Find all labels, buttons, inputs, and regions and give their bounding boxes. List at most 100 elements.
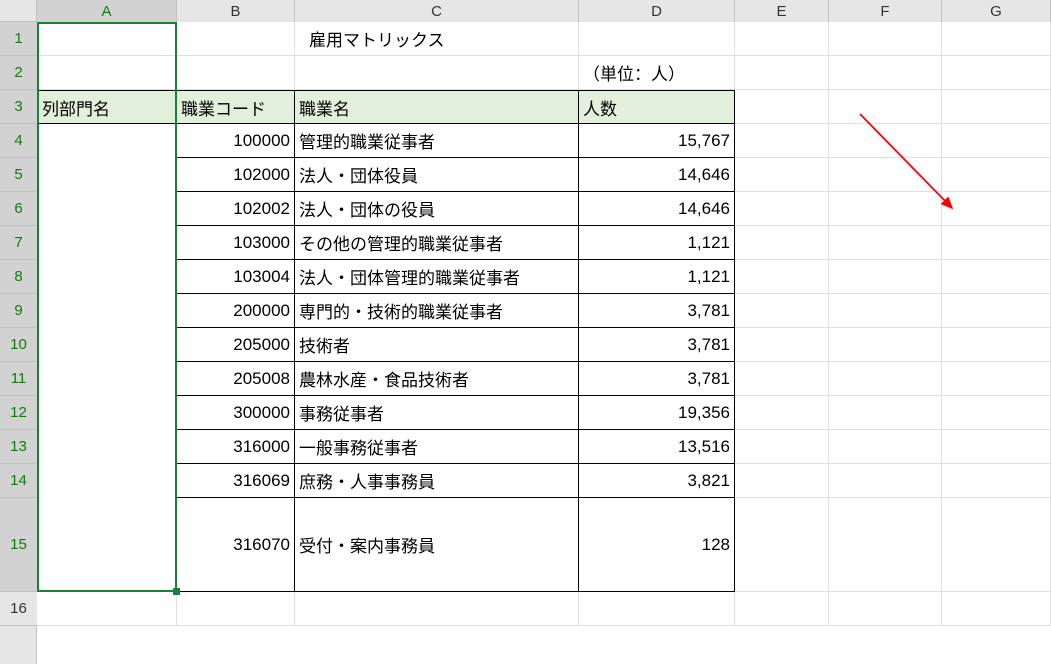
cell-E13[interactable] xyxy=(735,430,829,464)
cell-E16[interactable] xyxy=(735,592,829,626)
cell-E14[interactable] xyxy=(735,464,829,498)
cell-G6[interactable] xyxy=(942,192,1051,226)
row-head-2[interactable]: 2 xyxy=(0,56,37,90)
row-head-10[interactable]: 10 xyxy=(0,328,37,362)
table-cell-dept[interactable] xyxy=(37,226,177,260)
table-cell-name[interactable]: 受付・案内事務員 xyxy=(295,498,579,592)
row-head-9[interactable]: 9 xyxy=(0,294,37,328)
table-header-dept[interactable]: 列部門名 xyxy=(37,90,177,124)
row-head-12[interactable]: 12 xyxy=(0,396,37,430)
table-cell-dept[interactable] xyxy=(37,430,177,464)
table-cell-name[interactable]: その他の管理的職業従事者 xyxy=(295,226,579,260)
cell-E2[interactable] xyxy=(735,56,829,90)
cell-F11[interactable] xyxy=(829,362,942,396)
cell-F8[interactable] xyxy=(829,260,942,294)
cell-G13[interactable] xyxy=(942,430,1051,464)
cell-E8[interactable] xyxy=(735,260,829,294)
cell-E12[interactable] xyxy=(735,396,829,430)
cell-G10[interactable] xyxy=(942,328,1051,362)
grid-area[interactable]: 雇用マトリックス（単位：人）列部門名職業コード職業名人数100000管理的職業従… xyxy=(37,22,1051,664)
table-cell-name[interactable]: 法人・団体役員 xyxy=(295,158,579,192)
table-cell-count[interactable]: 3,821 xyxy=(579,464,735,498)
table-cell-code[interactable]: 103004 xyxy=(177,260,295,294)
cell-A1[interactable] xyxy=(37,22,177,56)
row-head-14[interactable]: 14 xyxy=(0,464,37,498)
col-head-C[interactable]: C xyxy=(295,0,579,22)
cell-E10[interactable] xyxy=(735,328,829,362)
table-cell-code[interactable]: 300000 xyxy=(177,396,295,430)
table-cell-count[interactable]: 19,356 xyxy=(579,396,735,430)
table-cell-count[interactable]: 1,121 xyxy=(579,260,735,294)
row-head-16[interactable]: 16 xyxy=(0,592,37,626)
table-cell-code[interactable]: 102002 xyxy=(177,192,295,226)
cell-G9[interactable] xyxy=(942,294,1051,328)
table-cell-code[interactable]: 316000 xyxy=(177,430,295,464)
col-head-A[interactable]: A xyxy=(37,0,177,22)
cell-F16[interactable] xyxy=(829,592,942,626)
table-cell-dept[interactable] xyxy=(37,328,177,362)
cell-G3[interactable] xyxy=(942,90,1051,124)
table-cell-count[interactable]: 13,516 xyxy=(579,430,735,464)
col-head-F[interactable]: F xyxy=(829,0,942,22)
table-cell-dept[interactable] xyxy=(37,192,177,226)
row-head-4[interactable]: 4 xyxy=(0,124,37,158)
cell-F15[interactable] xyxy=(829,498,942,592)
cell-F1[interactable] xyxy=(829,22,942,56)
row-head-15[interactable]: 15 xyxy=(0,498,37,592)
cell-G8[interactable] xyxy=(942,260,1051,294)
cell-C1[interactable]: 雇用マトリックス xyxy=(295,22,579,56)
cell-G2[interactable] xyxy=(942,56,1051,90)
row-head-7[interactable]: 7 xyxy=(0,226,37,260)
cell-F10[interactable] xyxy=(829,328,942,362)
cell-F5[interactable] xyxy=(829,158,942,192)
cell-D16[interactable] xyxy=(579,592,735,626)
row-head-3[interactable]: 3 xyxy=(0,90,37,124)
cell-G16[interactable] xyxy=(942,592,1051,626)
cell-E4[interactable] xyxy=(735,124,829,158)
cell-G15[interactable] xyxy=(942,498,1051,592)
cell-E3[interactable] xyxy=(735,90,829,124)
table-cell-code[interactable]: 205008 xyxy=(177,362,295,396)
cell-A16[interactable] xyxy=(37,592,177,626)
table-header-name[interactable]: 職業名 xyxy=(295,90,579,124)
cell-A2[interactable] xyxy=(37,56,177,90)
table-cell-dept[interactable] xyxy=(37,396,177,430)
table-cell-dept[interactable] xyxy=(37,124,177,158)
cell-G11[interactable] xyxy=(942,362,1051,396)
table-header-count[interactable]: 人数 xyxy=(579,90,735,124)
table-cell-count[interactable]: 3,781 xyxy=(579,294,735,328)
table-cell-count[interactable]: 14,646 xyxy=(579,192,735,226)
cell-F6[interactable] xyxy=(829,192,942,226)
table-cell-name[interactable]: 一般事務従事者 xyxy=(295,430,579,464)
cell-G12[interactable] xyxy=(942,396,1051,430)
cell-G1[interactable] xyxy=(942,22,1051,56)
table-cell-name[interactable]: 技術者 xyxy=(295,328,579,362)
cell-E9[interactable] xyxy=(735,294,829,328)
cell-F13[interactable] xyxy=(829,430,942,464)
cell-C2[interactable] xyxy=(295,56,579,90)
table-cell-count[interactable]: 3,781 xyxy=(579,362,735,396)
row-head-11[interactable]: 11 xyxy=(0,362,37,396)
cell-F2[interactable] xyxy=(829,56,942,90)
table-cell-name[interactable]: 法人・団体の役員 xyxy=(295,192,579,226)
cell-E7[interactable] xyxy=(735,226,829,260)
table-cell-name[interactable]: 庶務・人事事務員 xyxy=(295,464,579,498)
table-cell-name[interactable]: 農林水産・食品技術者 xyxy=(295,362,579,396)
cell-E6[interactable] xyxy=(735,192,829,226)
row-head-6[interactable]: 6 xyxy=(0,192,37,226)
table-cell-dept[interactable] xyxy=(37,260,177,294)
table-cell-dept[interactable] xyxy=(37,464,177,498)
col-head-G[interactable]: G xyxy=(942,0,1051,22)
cell-E1[interactable] xyxy=(735,22,829,56)
cell-G14[interactable] xyxy=(942,464,1051,498)
cell-F7[interactable] xyxy=(829,226,942,260)
table-cell-code[interactable]: 200000 xyxy=(177,294,295,328)
table-cell-name[interactable]: 管理的職業従事者 xyxy=(295,124,579,158)
spreadsheet-view[interactable]: A B C D E F G 1 2 3 4 5 6 7 8 9 10 11 12… xyxy=(0,0,1051,664)
table-cell-name[interactable]: 事務従事者 xyxy=(295,396,579,430)
table-cell-name[interactable]: 専門的・技術的職業従事者 xyxy=(295,294,579,328)
table-cell-code[interactable]: 102000 xyxy=(177,158,295,192)
table-cell-dept[interactable] xyxy=(37,294,177,328)
table-cell-count[interactable]: 15,767 xyxy=(579,124,735,158)
col-head-B[interactable]: B xyxy=(177,0,295,22)
